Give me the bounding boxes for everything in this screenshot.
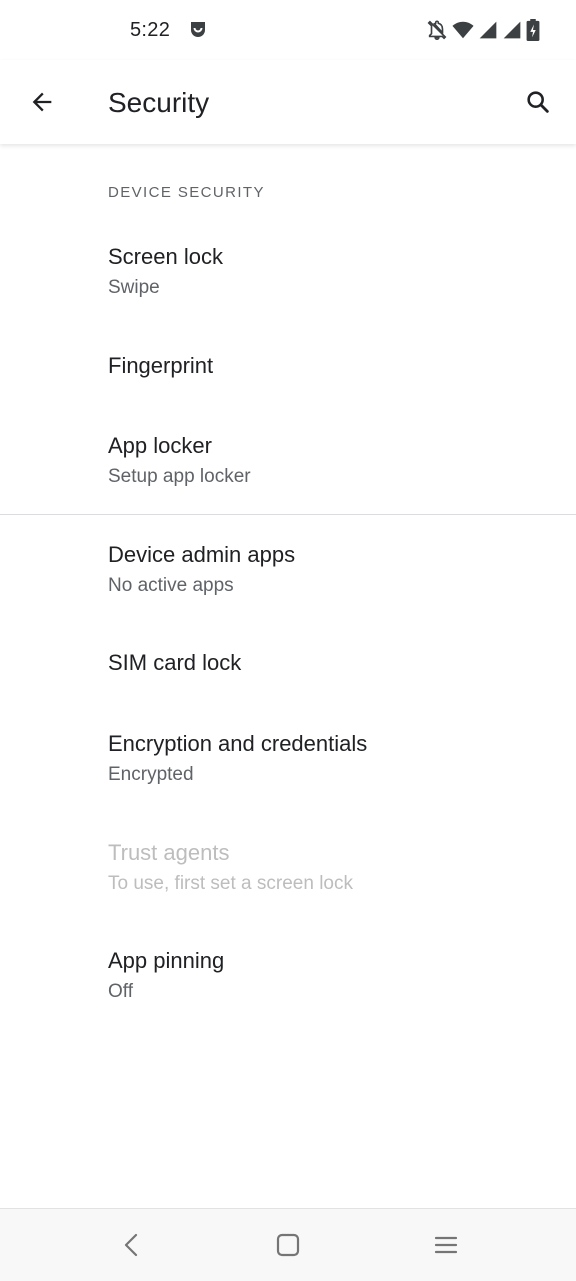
pref-app-pinning[interactable]: App pinning Off — [0, 919, 576, 1027]
pref-title: Screen lock — [108, 244, 223, 269]
pref-summary: Setup app locker — [108, 466, 251, 487]
pref-fingerprint[interactable]: Fingerprint — [0, 326, 576, 406]
pref-title: Trust agents — [108, 840, 230, 865]
page-title: Security — [108, 87, 210, 118]
nav-home-icon — [276, 1233, 300, 1257]
signal-icon — [478, 20, 498, 40]
nav-recents-button[interactable] — [428, 1227, 464, 1263]
nav-recents-icon — [434, 1236, 458, 1254]
back-button[interactable] — [20, 80, 64, 124]
search-button[interactable] — [516, 80, 560, 124]
arrow-back-icon — [32, 92, 52, 112]
pref-encryption-and-credentials[interactable]: Encryption and credentials Encrypted — [0, 703, 576, 811]
pref-summary: Encrypted — [108, 764, 194, 785]
section-header-device-security: DEVICE SECURITY — [108, 184, 265, 201]
pref-title: Encryption and credentials — [108, 731, 368, 756]
nav-home-button[interactable] — [270, 1227, 306, 1263]
nav-back-button[interactable] — [114, 1227, 150, 1263]
pref-sim-card-lock[interactable]: SIM card lock — [0, 623, 576, 703]
status-time: 5:22 — [130, 19, 171, 41]
pref-app-locker[interactable]: App locker Setup app locker — [0, 406, 576, 514]
navigation-bar — [0, 1208, 576, 1281]
nav-back-icon — [124, 1233, 138, 1257]
pref-summary: Swipe — [108, 277, 160, 298]
notification-app-icon — [188, 20, 208, 40]
signal-icon — [502, 20, 522, 40]
pref-trust-agents: Trust agents To use, first set a screen … — [0, 811, 576, 919]
search-icon — [527, 91, 549, 113]
pref-summary: Off — [108, 981, 133, 1002]
status-icons — [426, 19, 540, 41]
pref-title: App pinning — [108, 948, 225, 973]
pref-title: Device admin apps — [108, 542, 296, 567]
pref-device-admin-apps[interactable]: Device admin apps No active apps — [0, 515, 576, 623]
bell-off-icon — [426, 19, 448, 41]
pref-title: SIM card lock — [108, 650, 242, 675]
app-bar: Security — [0, 60, 576, 144]
pref-title: Fingerprint — [108, 353, 214, 378]
pref-screen-lock[interactable]: Screen lock Swipe — [0, 224, 576, 326]
pref-summary: To use, first set a screen lock — [108, 873, 353, 894]
pref-title: App locker — [108, 433, 212, 458]
status-bar: 5:22 — [0, 0, 576, 60]
pref-summary: No active apps — [108, 575, 234, 596]
battery-charging-icon — [526, 19, 540, 41]
wifi-icon — [452, 19, 474, 41]
